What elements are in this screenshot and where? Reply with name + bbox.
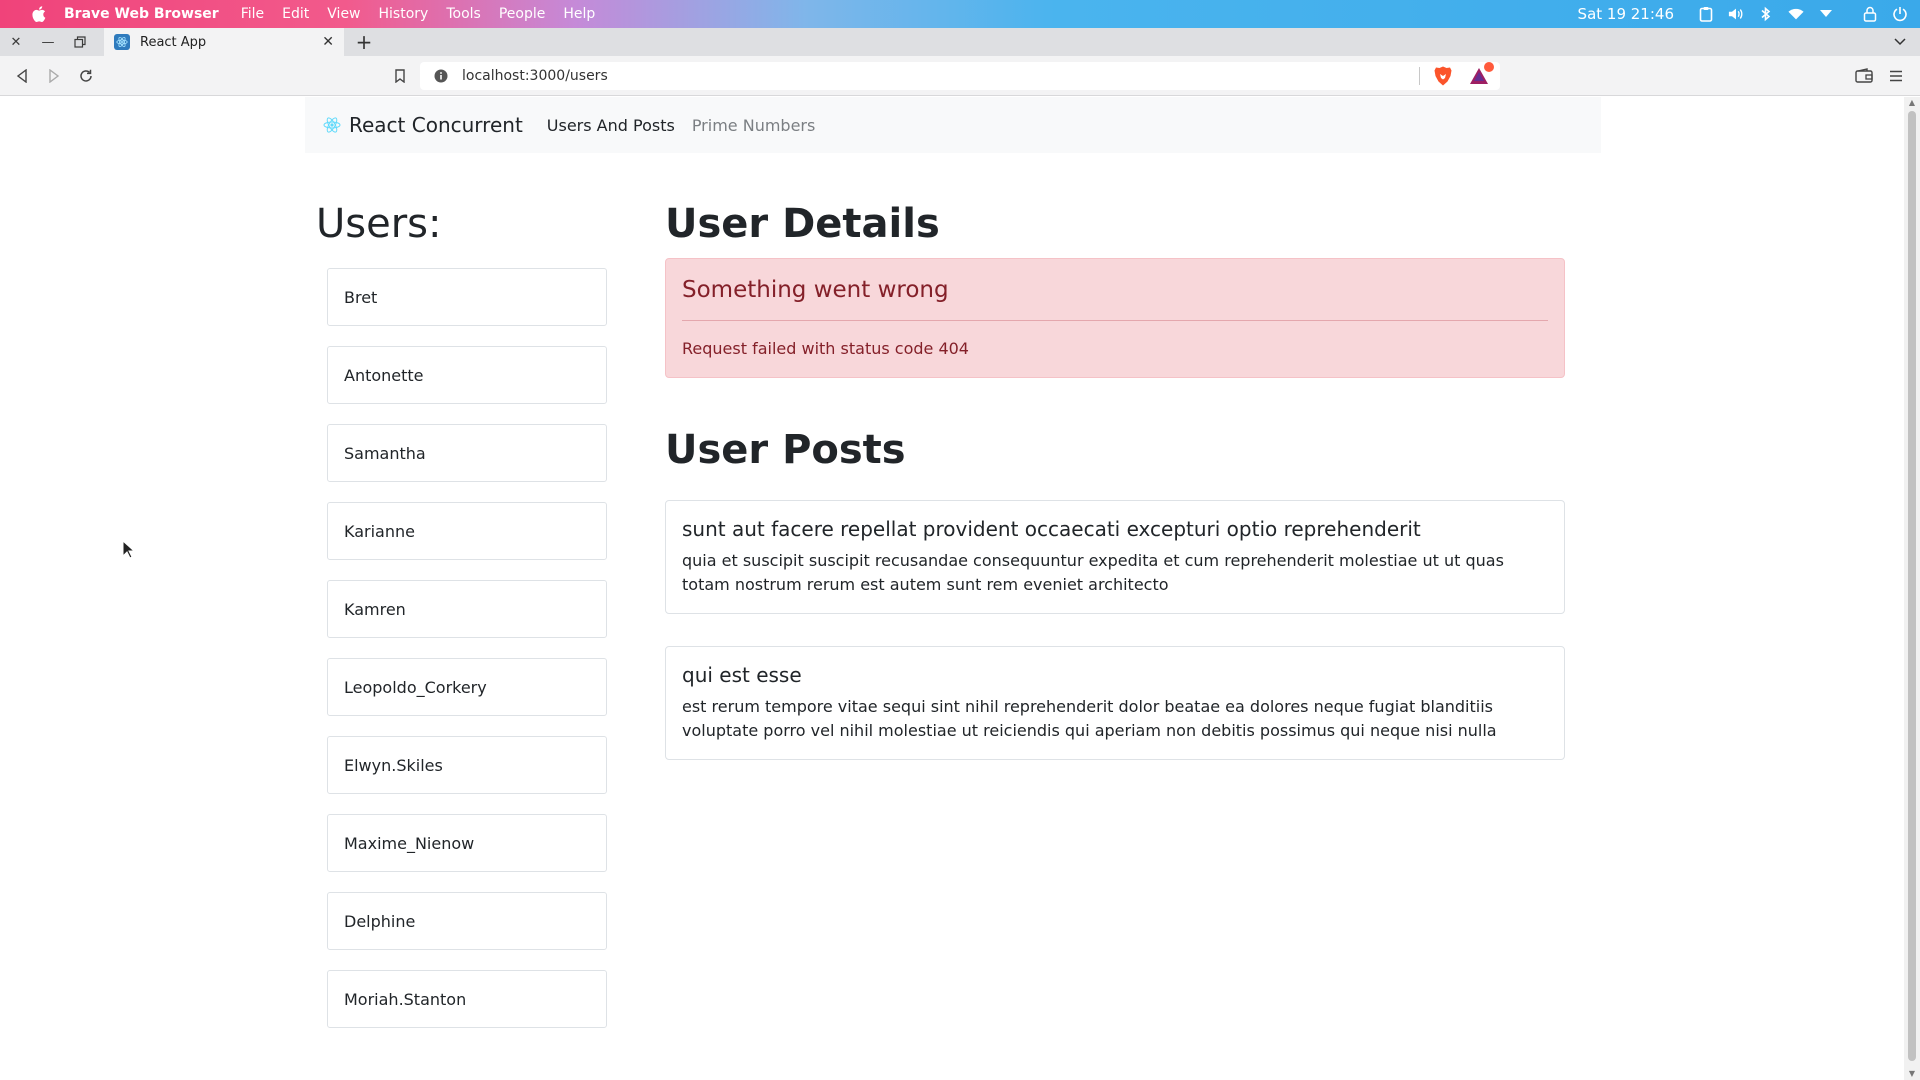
post-title: sunt aut facere repellat provident occae… bbox=[682, 517, 1421, 541]
user-item-kamren[interactable]: Kamren bbox=[327, 580, 607, 638]
react-logo-icon[interactable] bbox=[323, 116, 341, 134]
scroll-down-icon[interactable]: ▼ bbox=[1908, 1070, 1916, 1078]
brave-rewards-icon[interactable] bbox=[1468, 62, 1494, 87]
clipboard-icon[interactable] bbox=[1698, 6, 1714, 22]
os-menu-view[interactable]: View bbox=[327, 6, 360, 22]
post-body: est rerum tempore vitae sequi sint nihil… bbox=[682, 697, 1497, 740]
user-item-moriah-stanton[interactable]: Moriah.Stanton bbox=[327, 970, 607, 1028]
tab-title: React App bbox=[140, 34, 207, 50]
scrollbar-thumb[interactable] bbox=[1908, 111, 1916, 1061]
user-item-maxime-nienow[interactable]: Maxime_Nienow bbox=[327, 814, 607, 872]
post-card: sunt aut facere repellat provident occae… bbox=[665, 500, 1565, 614]
react-favicon-icon bbox=[114, 34, 130, 50]
chevron-down-icon[interactable] bbox=[1818, 6, 1834, 22]
user-posts-heading: User Posts bbox=[665, 427, 906, 473]
power-icon[interactable] bbox=[1892, 6, 1908, 22]
os-app-name[interactable]: Brave Web Browser bbox=[64, 6, 219, 22]
page-viewport: React Concurrent Users And Posts Prime N… bbox=[0, 97, 1904, 1080]
os-menu-people[interactable]: People bbox=[499, 6, 546, 22]
tab-strip: ✕ — React App ✕ + bbox=[0, 28, 1920, 56]
brave-shields-icon[interactable] bbox=[1432, 65, 1454, 87]
window-minimize-icon[interactable]: — bbox=[32, 28, 64, 56]
os-menu: File Edit View History Tools People Help bbox=[241, 6, 596, 22]
os-menu-bar: Brave Web Browser File Edit View History… bbox=[0, 0, 1920, 28]
page-scrollbar[interactable]: ▲ ▼ bbox=[1904, 97, 1920, 1080]
alert-message: Request failed with status code 404 bbox=[682, 339, 969, 358]
post-body: quia et suscipit suscipit recusandae con… bbox=[682, 551, 1504, 594]
lock-icon[interactable] bbox=[1862, 6, 1878, 22]
menu-icon[interactable] bbox=[1884, 64, 1908, 88]
user-item-bret[interactable]: Bret bbox=[327, 268, 607, 326]
window-restore-icon[interactable] bbox=[64, 28, 96, 56]
alert-divider bbox=[682, 320, 1548, 321]
new-tab-icon[interactable]: + bbox=[350, 28, 378, 56]
window-close-icon[interactable]: ✕ bbox=[0, 28, 32, 56]
user-item-leopoldo-corkery[interactable]: Leopoldo_Corkery bbox=[327, 658, 607, 716]
nav-link-prime-numbers[interactable]: Prime Numbers bbox=[692, 116, 816, 135]
browser-toolbar: localhost:3000/users bbox=[0, 56, 1920, 96]
user-item-delphine[interactable]: Delphine bbox=[327, 892, 607, 950]
wifi-icon[interactable] bbox=[1788, 6, 1804, 22]
error-alert: Something went wrong Request failed with… bbox=[665, 258, 1565, 378]
reload-icon[interactable] bbox=[72, 62, 100, 90]
nav-link-users-and-posts[interactable]: Users And Posts bbox=[547, 116, 675, 135]
site-info-icon[interactable] bbox=[430, 62, 452, 90]
os-status-area: Sat 19 21:46 bbox=[1578, 0, 1920, 28]
alert-heading: Something went wrong bbox=[682, 277, 949, 303]
wallet-icon[interactable] bbox=[1852, 64, 1876, 88]
tab-close-icon[interactable]: ✕ bbox=[322, 34, 334, 50]
bluetooth-icon[interactable] bbox=[1758, 6, 1774, 22]
volume-icon[interactable] bbox=[1728, 6, 1744, 22]
address-bar[interactable]: localhost:3000/users bbox=[420, 62, 1500, 90]
user-item-karianne[interactable]: Karianne bbox=[327, 502, 607, 560]
apple-icon[interactable] bbox=[30, 5, 48, 23]
back-icon[interactable] bbox=[8, 62, 36, 90]
post-card: qui est esse est rerum tempore vitae seq… bbox=[665, 646, 1565, 760]
tab-react-app[interactable]: React App ✕ bbox=[104, 28, 344, 56]
url-text[interactable]: localhost:3000/users bbox=[462, 68, 1419, 84]
user-details-heading: User Details bbox=[665, 201, 940, 247]
tab-search-chevron-icon[interactable] bbox=[1888, 28, 1912, 56]
scroll-up-icon[interactable]: ▲ bbox=[1908, 99, 1916, 107]
users-heading: Users: bbox=[316, 201, 442, 247]
forward-icon[interactable] bbox=[40, 62, 68, 90]
user-item-antonette[interactable]: Antonette bbox=[327, 346, 607, 404]
user-list: Bret Antonette Samantha Karianne Kamren … bbox=[327, 268, 607, 1048]
url-separator bbox=[1419, 67, 1420, 85]
os-menu-history[interactable]: History bbox=[379, 6, 429, 22]
os-menu-tools[interactable]: Tools bbox=[446, 6, 481, 22]
bookmark-icon[interactable] bbox=[386, 62, 414, 90]
os-menu-help[interactable]: Help bbox=[563, 6, 595, 22]
os-clock[interactable]: Sat 19 21:46 bbox=[1578, 5, 1674, 23]
brand-link[interactable]: React Concurrent bbox=[349, 113, 523, 137]
user-item-samantha[interactable]: Samantha bbox=[327, 424, 607, 482]
rewards-badge bbox=[1484, 62, 1494, 72]
os-menu-file[interactable]: File bbox=[241, 6, 264, 22]
post-title: qui est esse bbox=[682, 663, 802, 687]
user-item-elwyn-skiles[interactable]: Elwyn.Skiles bbox=[327, 736, 607, 794]
os-menu-edit[interactable]: Edit bbox=[282, 6, 309, 22]
app-navbar: React Concurrent Users And Posts Prime N… bbox=[305, 97, 1601, 153]
mouse-cursor-icon bbox=[122, 540, 136, 559]
